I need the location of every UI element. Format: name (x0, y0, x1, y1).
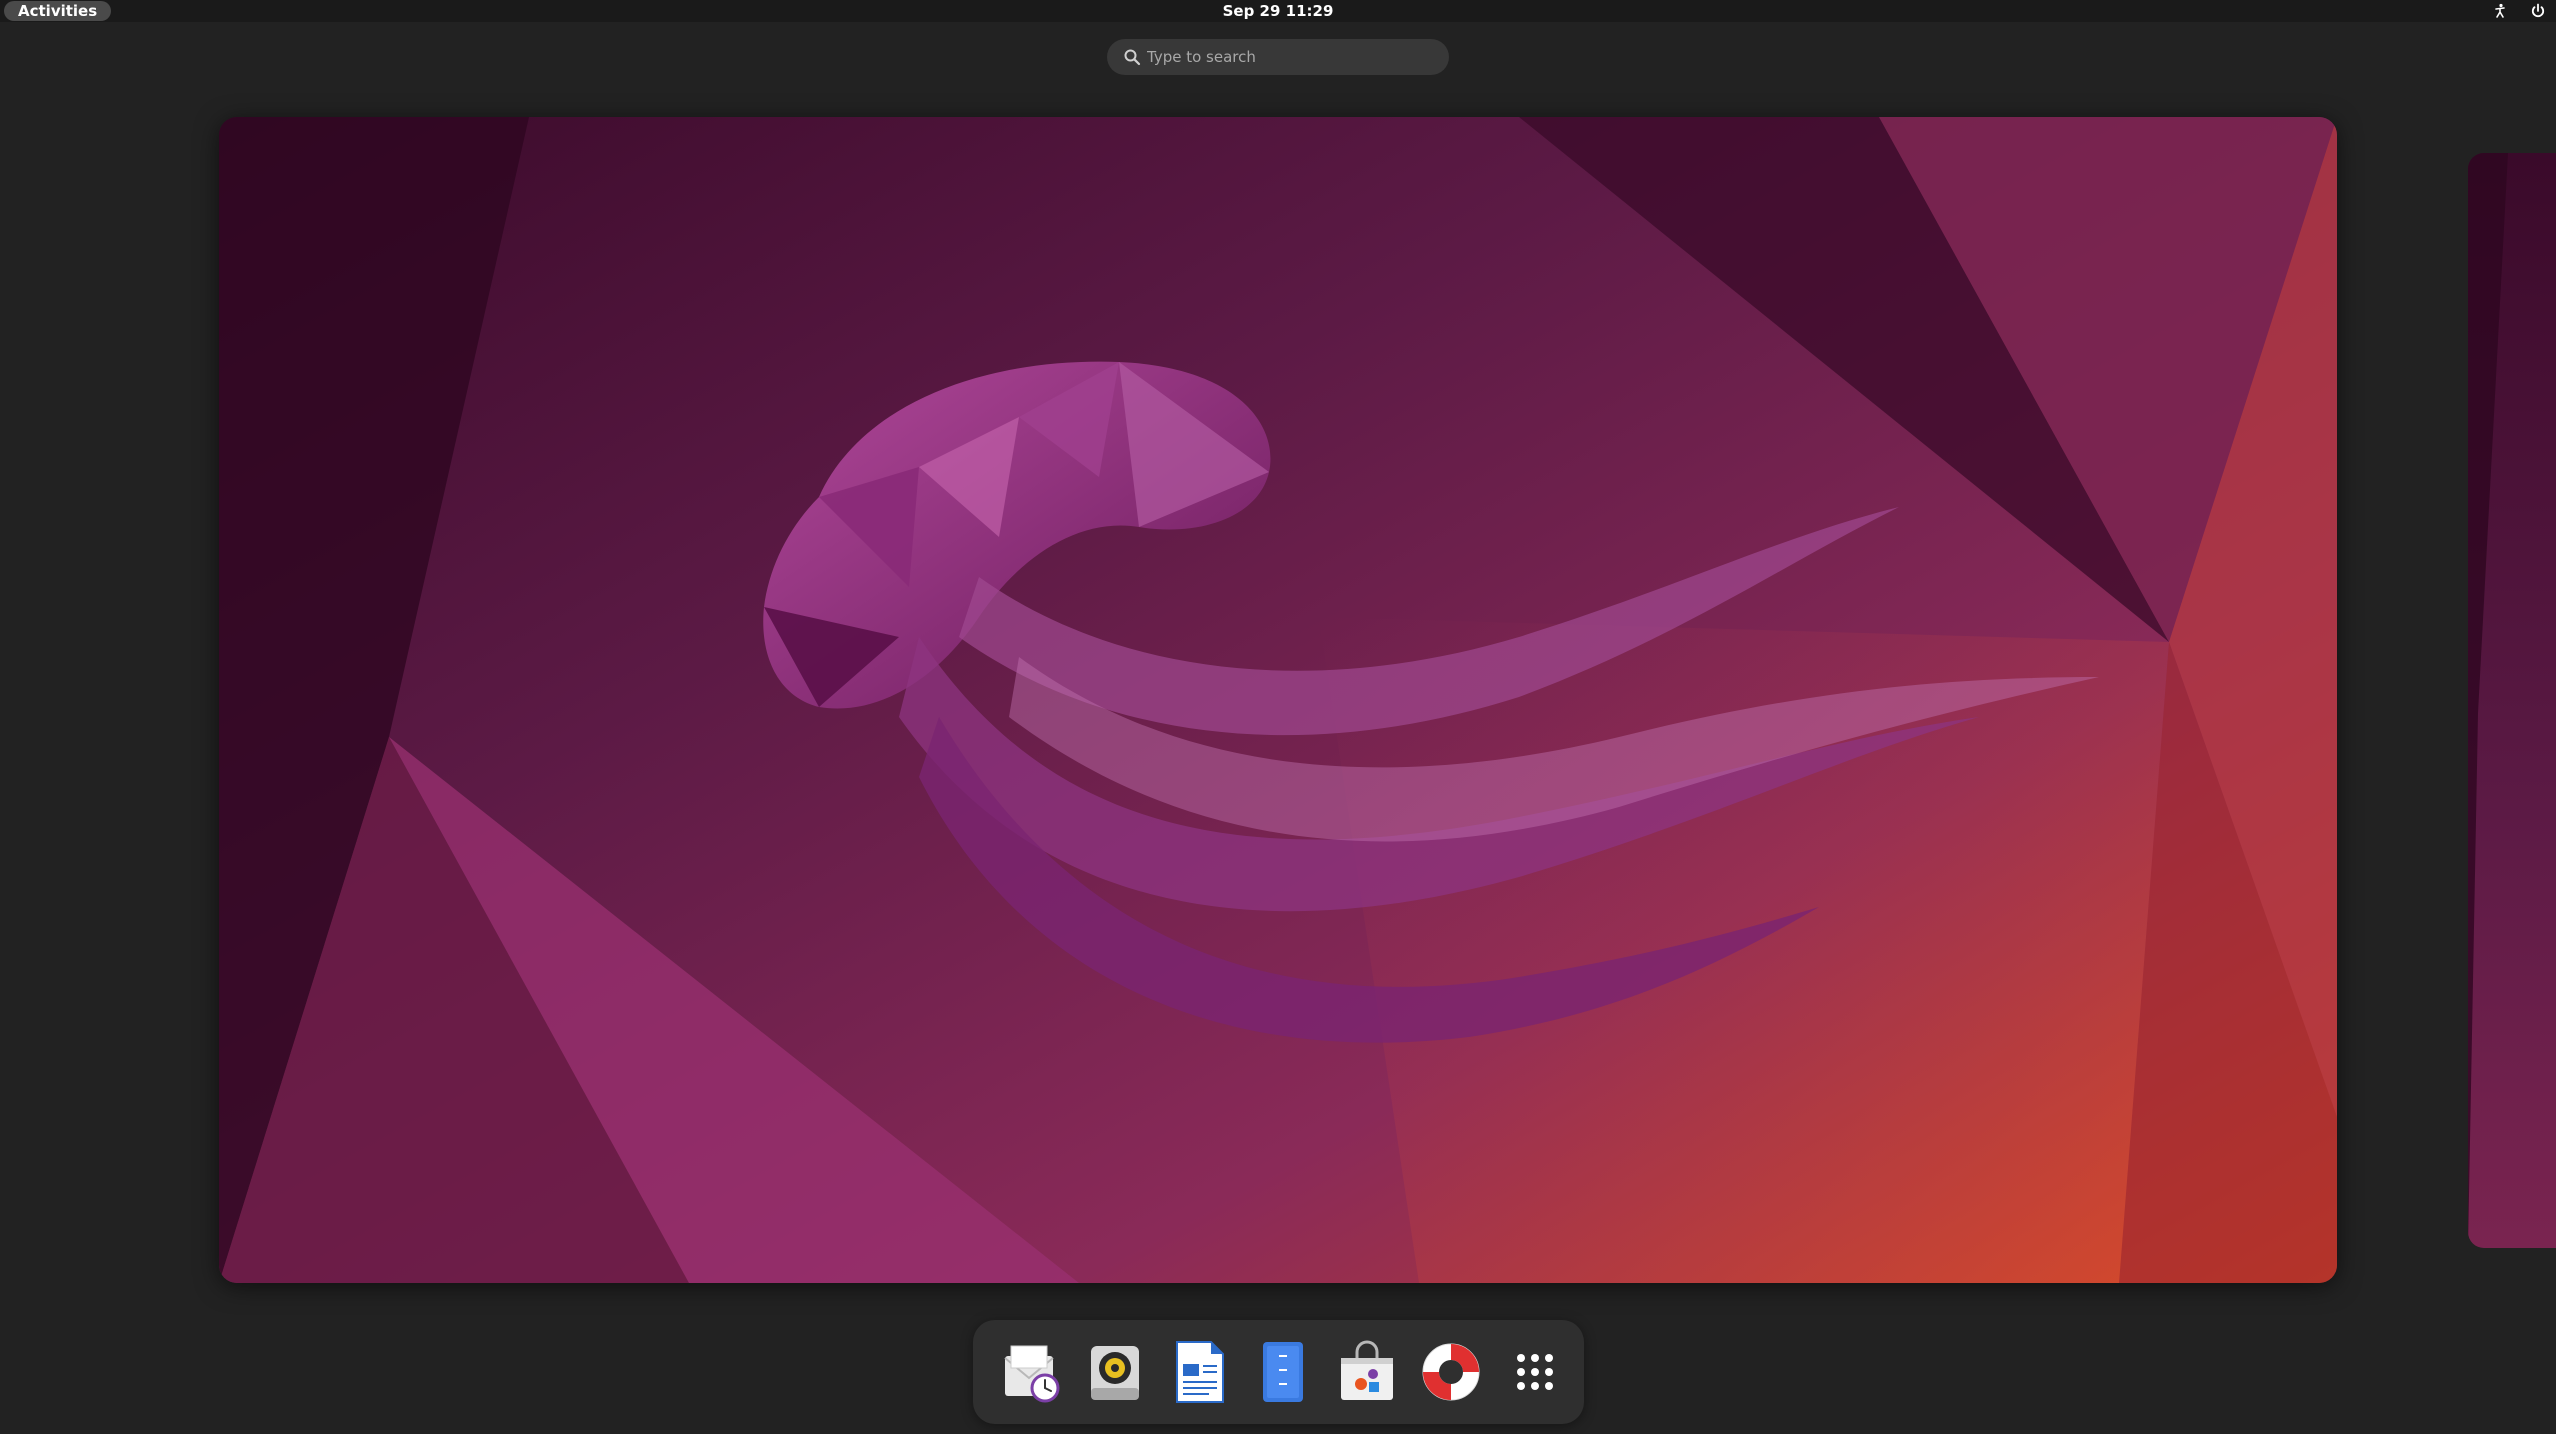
search-icon (1124, 49, 1141, 66)
power-icon[interactable] (2530, 3, 2546, 19)
clock[interactable]: Sep 29 11:29 (1178, 0, 1378, 22)
shopping-bag-icon (1341, 1340, 1393, 1400)
next-workspace-wallpaper (2468, 153, 2556, 1248)
workspace-thumbnail[interactable] (219, 117, 2337, 1283)
dock-app-text-editor[interactable] (1249, 1338, 1317, 1406)
dock-app-rhythmbox[interactable] (1081, 1338, 1149, 1406)
dock-app-software[interactable] (1333, 1338, 1401, 1406)
mail-clock-icon (1004, 1345, 1060, 1403)
notepad-icon (1263, 1342, 1303, 1402)
dock-app-mail-clock[interactable] (997, 1338, 1065, 1406)
search-input[interactable] (1147, 39, 1437, 75)
grid-icon (1517, 1354, 1553, 1390)
search-bar[interactable] (1107, 39, 1449, 75)
dock (973, 1320, 1584, 1424)
top-bar: Activities Sep 29 11:29 (0, 0, 2556, 22)
speaker-icon (1091, 1346, 1139, 1400)
system-tray[interactable] (2492, 2, 2546, 20)
ubuntu-jellyfish-wallpaper (219, 117, 2337, 1283)
dock-app-help[interactable] (1417, 1338, 1485, 1406)
show-apps-button[interactable] (1501, 1338, 1569, 1406)
activities-button[interactable]: Activities (4, 1, 112, 21)
accessibility-icon[interactable] (2492, 3, 2508, 19)
lifebuoy-icon (1422, 1343, 1480, 1401)
document-icon (1176, 1341, 1224, 1403)
next-workspace-thumbnail[interactable] (2468, 153, 2556, 1248)
dock-app-writer[interactable] (1165, 1338, 1233, 1406)
